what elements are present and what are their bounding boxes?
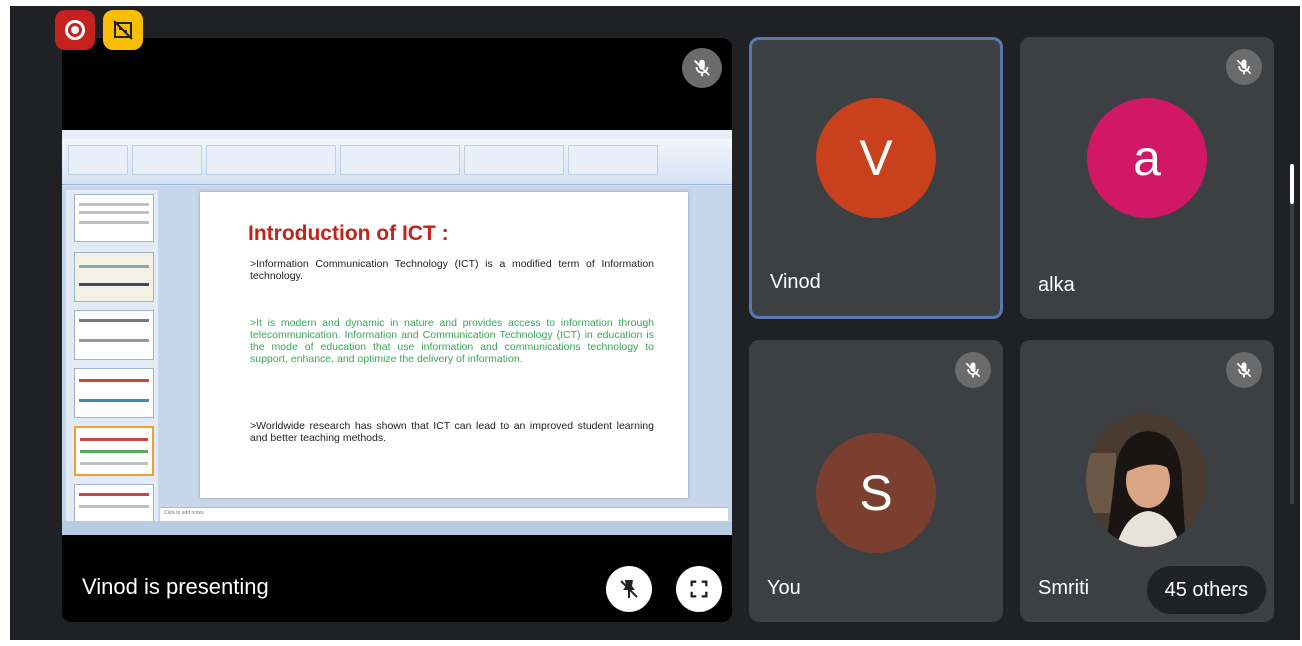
recording-icon — [55, 10, 95, 50]
participant-name: Vinod — [770, 271, 821, 293]
ppt-status-bar — [62, 521, 732, 535]
scrollbar-track[interactable] — [1290, 164, 1294, 504]
pin-off-icon — [620, 580, 638, 598]
avatar: S — [816, 433, 936, 553]
avatar: a — [1087, 98, 1207, 218]
no-capture-icon — [103, 10, 143, 50]
mic-off-icon — [1226, 352, 1262, 388]
participant-tile-you[interactable]: S You — [749, 340, 1003, 622]
avatar: V — [816, 98, 936, 218]
scrollbar-thumb[interactable] — [1290, 164, 1294, 204]
participant-name: Smriti — [1038, 577, 1090, 599]
slide-paragraph-2: >It is modern and dynamic in nature and … — [250, 317, 654, 365]
participant-name: You — [767, 577, 801, 599]
fullscreen-button[interactable] — [676, 566, 722, 612]
slide-title: Introduction of ICT : — [248, 222, 449, 245]
notes-pane: Click to add notes — [160, 507, 728, 521]
participant-tile-vinod[interactable]: V Vinod — [749, 37, 1003, 319]
slide-paragraph-1: >Information Communication Technology (I… — [250, 258, 654, 282]
others-count-button[interactable]: 45 others — [1146, 566, 1266, 614]
unpin-button[interactable] — [606, 566, 652, 612]
mic-off-icon — [682, 48, 722, 88]
mic-off-icon — [1226, 49, 1262, 85]
presentation-tile[interactable]: Introduction of ICT : >Information Commu… — [62, 38, 732, 622]
ppt-ribbon — [62, 139, 732, 185]
ppt-body: Introduction of ICT : >Information Commu… — [62, 186, 732, 534]
shared-screen: Introduction of ICT : >Information Commu… — [62, 130, 732, 535]
slide: Introduction of ICT : >Information Commu… — [200, 192, 688, 498]
slide-thumbnails — [66, 190, 158, 534]
participant-tile-smriti[interactable]: Smriti 45 others — [1020, 340, 1274, 622]
participant-tile-alka[interactable]: a alka — [1020, 37, 1274, 319]
slide-paragraph-3: >Worldwide research has shown that ICT c… — [250, 420, 654, 444]
fullscreen-icon — [690, 580, 708, 598]
presenter-label: Vinod is presenting — [82, 574, 269, 599]
ppt-title-bar — [62, 130, 732, 139]
participant-name: alka — [1038, 274, 1075, 296]
participant-photo — [1086, 413, 1206, 547]
mic-off-icon — [955, 352, 991, 388]
